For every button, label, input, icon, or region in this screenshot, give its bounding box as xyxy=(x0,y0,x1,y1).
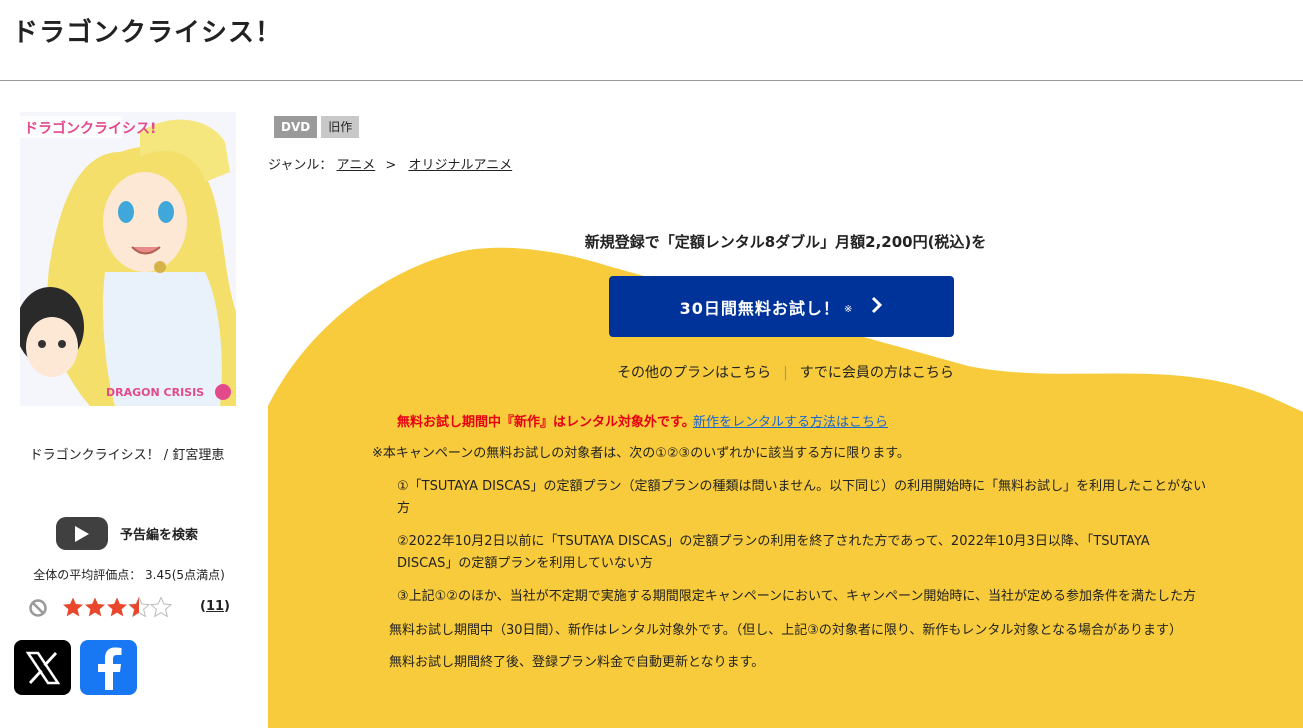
average-rating: 全体の平均評価点： 3.45(5点満点) xyxy=(33,568,225,582)
x-logo-icon xyxy=(25,651,60,684)
genre-link-original-anime[interactable]: オリジナルアニメ xyxy=(408,158,512,173)
condition-2-line2: DISCAS」の定額プランを利用していない方 xyxy=(397,556,653,571)
rating-row: (11) xyxy=(28,597,240,619)
condition-1-line2: 方 xyxy=(397,501,411,516)
plan-links: その他のプランはこちら | すでに会員の方はこちら xyxy=(268,362,1303,382)
play-icon xyxy=(56,517,108,550)
free-trial-note: ※ xyxy=(843,304,854,315)
trial-period-note: 無料お試し期間中（30日間）、新作はレンタル対象外です。（但し、上記③の対象者に… xyxy=(389,623,1182,638)
cover-image[interactable]: ドラゴンクライシス! DRAGON CRISIS xyxy=(20,112,236,406)
format-badges: DVD 旧作 xyxy=(274,116,360,138)
share-facebook-button[interactable] xyxy=(80,640,137,695)
rating-stars[interactable] xyxy=(62,596,182,620)
genre-label: ジャンル： xyxy=(268,158,333,173)
member-login-link[interactable]: すでに会員の方はこちら xyxy=(800,365,954,381)
new-release-rental-link[interactable]: 新作をレンタルする方法はこちら xyxy=(693,411,888,430)
star-2-icon xyxy=(85,597,105,617)
page-title: ドラゴンクライシス！ xyxy=(12,18,283,48)
chevron-right-icon xyxy=(871,296,883,318)
star-5-icon xyxy=(150,597,172,617)
cover-logo-text: ドラゴンクライシス! xyxy=(24,120,156,137)
campaign-conditions-intro: ※本キャンペーンの無料お試しの対象者は、次の①②③のいずれかに該当する方に限りま… xyxy=(372,446,910,461)
genre-link-anime[interactable]: アニメ xyxy=(337,158,376,173)
trailer-label: 予告編を検索 xyxy=(120,528,199,543)
other-plans-link[interactable]: その他のプランはこちら xyxy=(617,365,771,381)
badge-dvd: DVD xyxy=(274,116,318,138)
facebook-icon xyxy=(97,647,121,690)
share-x-button[interactable] xyxy=(14,640,71,695)
review-count[interactable]: (11) xyxy=(200,599,230,614)
condition-2-line1: ②2022年10月2日以前に「TSUTAYA DISCAS」の定額プランの利用を… xyxy=(397,534,1150,549)
cover-caption: DRAGON CRISIS xyxy=(106,386,204,399)
promo-lead: 新規登録で「定額レンタル8ダブル」月額2,200円(税込)を xyxy=(584,233,987,251)
condition-3: ③上記①②のほか、当社が不定期で実施する期間限定キャンペーンにおいて、キャンペー… xyxy=(397,589,1196,604)
free-trial-label: 30日間無料お試し！ xyxy=(679,298,840,318)
star-3-icon xyxy=(107,597,127,617)
star-1-icon xyxy=(63,597,83,617)
work-title: ドラゴンクライシス！ / 釘宮理恵 xyxy=(29,448,225,463)
auto-renewal-note: 無料お試し期間終了後、登録プラン料金で自動更新となります。 xyxy=(389,655,765,670)
genre-breadcrumb: ジャンル： アニメ > オリジナルアニメ xyxy=(268,154,512,173)
title-divider xyxy=(0,80,1303,81)
badge-old-release: 旧作 xyxy=(321,116,360,138)
new-release-notice: 無料お試し期間中『新作』はレンタル対象外です。 xyxy=(397,415,695,430)
free-trial-button[interactable]: 30日間無料お試し！ ※ xyxy=(609,276,954,337)
not-interested-icon[interactable] xyxy=(28,598,48,622)
condition-1-line1: ①「TSUTAYA DISCAS」の定額プラン（定額プランの種類は問いません。以… xyxy=(397,479,1207,494)
star-4-icon xyxy=(128,597,150,617)
genre-separator: > xyxy=(385,158,397,173)
plan-links-separator: | xyxy=(783,365,788,381)
trailer-search-button[interactable]: 予告編を検索 xyxy=(56,517,198,550)
